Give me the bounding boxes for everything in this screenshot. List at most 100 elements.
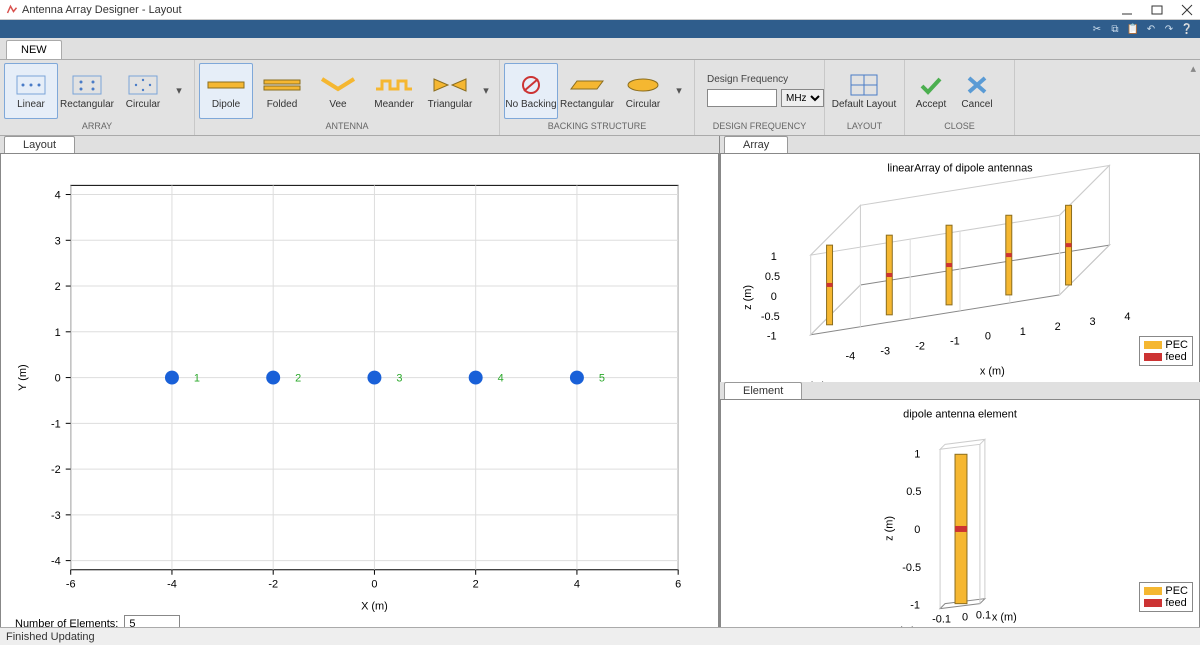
svg-text:-0.5: -0.5 (902, 561, 921, 573)
antenna-meander-button[interactable]: Meander (367, 63, 421, 119)
svg-text:dipole antenna element: dipole antenna element (903, 408, 1017, 420)
svg-text:1: 1 (771, 251, 777, 263)
svg-text:3: 3 (396, 373, 402, 385)
antenna-triangular-icon (428, 71, 472, 99)
accept-label: Accept (916, 99, 947, 110)
qab-copy-icon[interactable]: ⧉ (1108, 22, 1122, 36)
array-circular-icon (128, 71, 158, 99)
svg-text:4: 4 (498, 373, 504, 385)
antenna-meander-label: Meander (374, 99, 413, 110)
qab-redo-icon[interactable]: ↷ (1162, 22, 1176, 36)
element-tab[interactable]: Element (724, 382, 802, 399)
default-layout-button[interactable]: Default Layout (829, 63, 899, 119)
antenna-dipole-button[interactable]: Dipole (199, 63, 253, 119)
antenna-meander-icon (372, 71, 416, 99)
array-tab[interactable]: Array (724, 136, 788, 153)
svg-text:-3: -3 (880, 346, 890, 358)
cancel-button[interactable]: Cancel (955, 63, 999, 119)
svg-text:Y (m): Y (m) (17, 364, 29, 391)
svg-text:-2: -2 (268, 579, 278, 591)
svg-text:0: 0 (55, 373, 61, 385)
ribbon-tab-new[interactable]: NEW (6, 40, 62, 59)
qab-undo-icon[interactable]: ↶ (1144, 22, 1158, 36)
svg-text:0.5: 0.5 (765, 271, 780, 283)
antenna-dropdown-icon[interactable]: ▾ (479, 63, 493, 119)
backing-rectangular-label: Rectangular (560, 99, 614, 110)
svg-text:z (m): z (m) (883, 516, 895, 541)
cancel-label: Cancel (961, 99, 992, 110)
svg-text:x (m): x (m) (980, 366, 1005, 378)
svg-text:0.5: 0.5 (906, 486, 921, 498)
antenna-vee-button[interactable]: Vee (311, 63, 365, 119)
array-linear-icon (16, 71, 46, 99)
ribbon-group-close: CLOSE (905, 121, 1014, 135)
default-layout-label: Default Layout (832, 99, 897, 110)
antenna-folded-button[interactable]: Folded (255, 63, 309, 119)
svg-text:0: 0 (914, 523, 920, 535)
ribbon-group-array: ARRAY (0, 121, 194, 135)
ribbon-collapse-icon[interactable]: ▴ (1190, 62, 1196, 75)
number-of-elements-input[interactable] (124, 615, 180, 627)
design-frequency-unit-select[interactable]: MHz (781, 89, 824, 107)
array-circular-button[interactable]: Circular (116, 63, 170, 119)
svg-text:-1: -1 (51, 418, 61, 430)
array-circular-label: Circular (126, 99, 160, 110)
svg-text:X (m): X (m) (361, 601, 388, 613)
svg-text:0.1: 0.1 (976, 609, 991, 621)
backing-rectangular-icon (567, 71, 607, 99)
qab-help-icon[interactable]: ❔ (1180, 22, 1194, 36)
ribbon-group-layout: LAYOUT (825, 121, 904, 135)
antenna-vee-label: Vee (329, 99, 346, 110)
minimize-button[interactable] (1120, 3, 1134, 17)
maximize-button[interactable] (1150, 3, 1164, 17)
array-rectangular-button[interactable]: Rectangular (60, 63, 114, 119)
svg-text:0: 0 (985, 331, 991, 343)
svg-text:0: 0 (371, 579, 377, 591)
svg-text:-0.5: -0.5 (761, 311, 780, 323)
backing-circular-icon (623, 71, 663, 99)
svg-text:x (m): x (m) (992, 611, 1017, 623)
backing-dropdown-icon[interactable]: ▾ (672, 63, 686, 119)
backing-rectangular-button[interactable]: Rectangular (560, 63, 614, 119)
array-dropdown-icon[interactable]: ▾ (172, 63, 186, 119)
svg-text:-4: -4 (51, 556, 61, 568)
design-frequency-input[interactable] (707, 89, 777, 107)
layout-plot: -6-4-20246-4-3-2-10123412345Y (m)X (m) (1, 154, 718, 627)
layout-tab[interactable]: Layout (4, 136, 75, 153)
svg-text:-4: -4 (167, 579, 177, 591)
ribbon-group-antenna: ANTENNA (195, 121, 499, 135)
antenna-triangular-button[interactable]: Triangular (423, 63, 477, 119)
accept-button[interactable]: Accept (909, 63, 953, 119)
svg-text:1: 1 (55, 327, 61, 339)
backing-circular-button[interactable]: Circular (616, 63, 670, 119)
svg-text:6: 6 (675, 579, 681, 591)
antenna-dipole-label: Dipole (212, 99, 240, 110)
antenna-folded-label: Folded (267, 99, 298, 110)
backing-circular-label: Circular (626, 99, 660, 110)
ribbon-group-design-frequency: DESIGN FREQUENCY (695, 121, 824, 135)
status-text: Finished Updating (6, 631, 95, 643)
svg-text:-2: -2 (915, 341, 925, 353)
window-title: Antenna Array Designer - Layout (22, 4, 1120, 16)
backing-none-button[interactable]: No Backing (504, 63, 558, 119)
design-frequency-label: Design Frequency (707, 74, 788, 85)
svg-text:y (m): y (m) (801, 381, 826, 382)
qab-cut-icon[interactable]: ✂ (1090, 22, 1104, 36)
svg-text:3: 3 (1089, 316, 1095, 328)
svg-text:1: 1 (914, 448, 920, 460)
svg-text:1: 1 (194, 373, 200, 385)
close-button[interactable] (1180, 3, 1194, 17)
array-plot: linearArray of dipole antennas (720, 153, 1200, 382)
svg-text:4: 4 (1124, 311, 1130, 323)
array-legend: PEC feed (1139, 336, 1193, 366)
svg-text:2: 2 (473, 579, 479, 591)
qab-paste-icon[interactable]: 📋 (1126, 22, 1140, 36)
array-linear-button[interactable]: Linear (4, 63, 58, 119)
svg-text:-0.1: -0.1 (932, 613, 951, 625)
svg-text:linearArray of dipole antennas: linearArray of dipole antennas (887, 162, 1033, 174)
number-of-elements-label: Number of Elements: (15, 618, 118, 627)
svg-text:4: 4 (55, 190, 61, 202)
ribbon-group-backing: BACKING STRUCTURE (500, 121, 694, 135)
svg-text:-1: -1 (910, 599, 920, 611)
backing-none-label: No Backing (505, 99, 556, 110)
